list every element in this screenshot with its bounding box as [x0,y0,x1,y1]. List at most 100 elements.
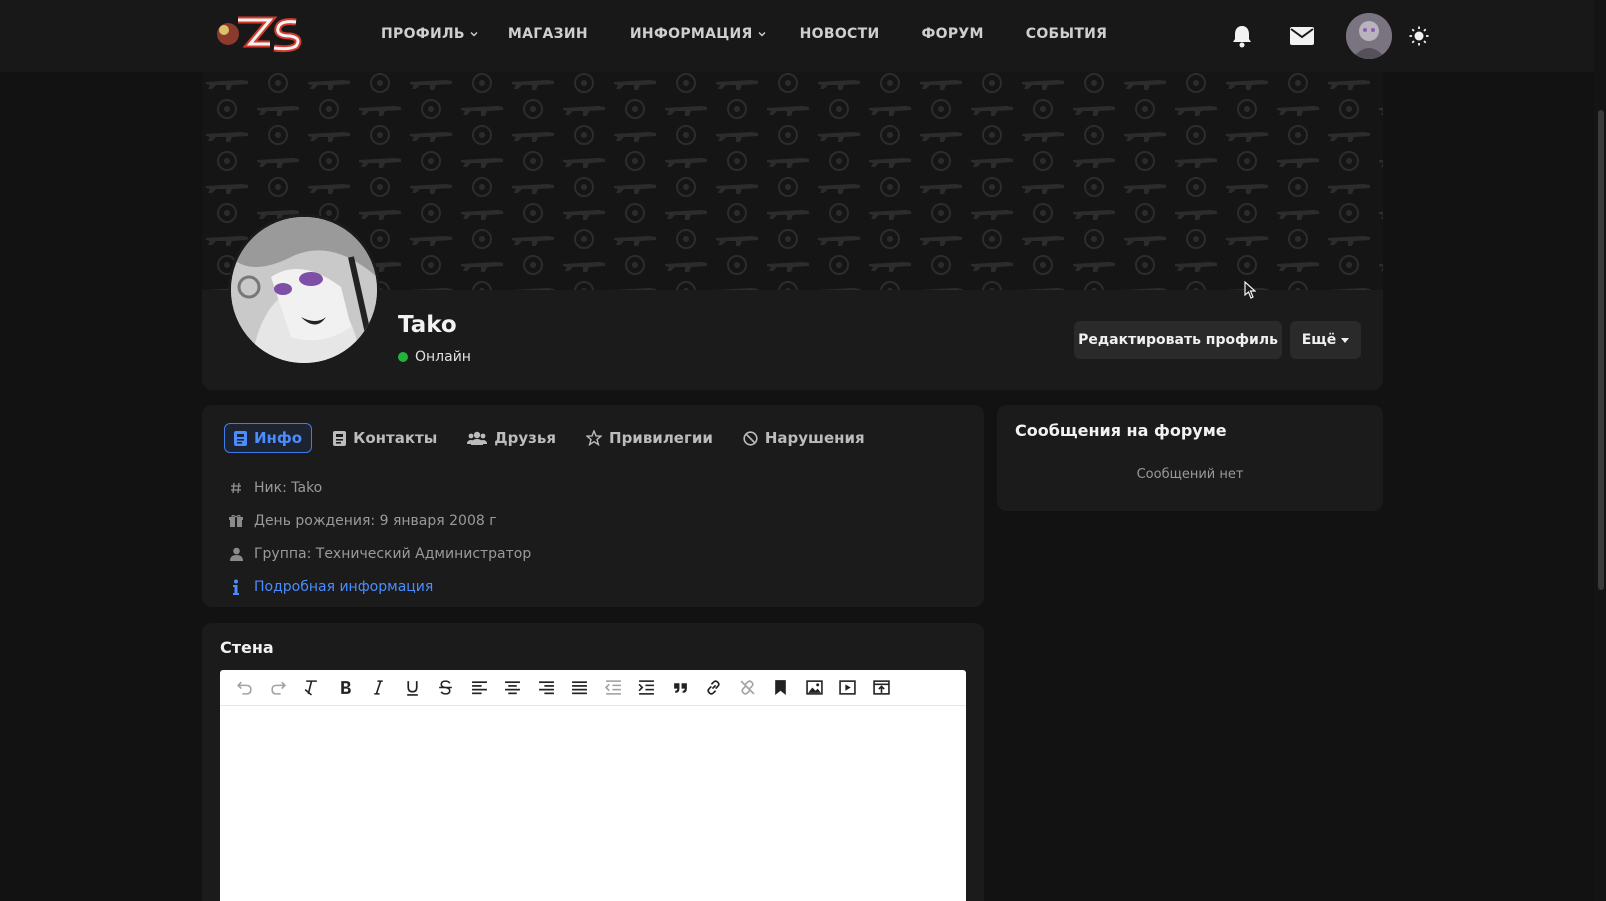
chevron-down-icon [470,32,478,37]
nav-events[interactable]: СОБЫТИЯ [1026,26,1108,42]
details-link-label: Подробная информация [254,578,434,595]
wall-editor [220,670,966,901]
tab-privileges-label: Привилегии [609,429,713,447]
link-icon [707,680,720,695]
page-scrollbar-track[interactable] [1594,0,1606,901]
nav-right-group [1228,12,1430,60]
online-status: Онлайн [398,349,471,365]
nav-news[interactable]: НОВОСТИ [800,26,880,42]
tab-violations[interactable]: Нарушения [734,423,874,453]
nav-news-label: НОВОСТИ [799,26,880,42]
tab-violations-label: Нарушения [764,429,865,447]
align-right-button[interactable] [530,674,564,702]
nav-shop[interactable]: МАГАЗИН [508,26,588,42]
align-left-icon [471,681,487,695]
bold-icon [341,681,351,694]
undo-button[interactable] [228,674,262,702]
nav-profile[interactable]: ПРОФИЛЬ [381,26,478,42]
theme-toggle-button[interactable] [1408,25,1430,47]
edit-profile-button[interactable]: Редактировать профиль [1074,321,1282,359]
notifications-button[interactable] [1228,22,1256,50]
blockquote-button[interactable] [664,674,698,702]
info-nick-text: Ник: Tako [254,479,323,496]
ban-icon [743,430,758,446]
profile-tabs: Инфо Контакты Друзья Привилегии Нарушени… [224,423,886,453]
info-icon [228,579,244,595]
video-icon [839,680,856,695]
envelope-icon [1290,27,1314,45]
main-nav: ПРОФИЛЬ МАГАЗИН ИНФОРМАЦИЯ НОВОСТИ ФОРУМ… [381,26,1107,42]
tab-info[interactable]: Инфо [224,423,313,453]
redo-button[interactable] [262,674,296,702]
more-button-label: Ещё [1301,332,1337,348]
nav-shop-label: МАГАЗИН [507,26,588,42]
nav-forum[interactable]: ФОРУМ [921,26,983,42]
address-book-icon [333,430,347,446]
messages-button[interactable] [1288,22,1316,50]
profile-avatar[interactable] [228,214,380,366]
align-right-icon [538,681,554,695]
tab-friends-label: Друзья [494,429,557,447]
unlink-button[interactable] [731,674,765,702]
link-button[interactable] [697,674,731,702]
align-justify-icon [572,681,588,695]
clear-format-icon [304,680,318,696]
redo-icon [271,681,286,695]
tab-privileges[interactable]: Привилегии [577,423,722,453]
gift-icon [228,514,244,528]
nav-profile-label: ПРОФИЛЬ [381,26,465,42]
undo-icon [237,681,252,695]
hashtag-icon [228,482,244,494]
align-center-icon [505,681,521,695]
info-birthday-text: День рождения: 9 января 2008 г [254,512,497,529]
info-list: Ник: Tako День рождения: 9 января 2008 г… [228,471,531,603]
profile-username: Tako [398,312,457,338]
italic-icon [374,680,383,695]
underline-button[interactable] [396,674,430,702]
image-icon [806,680,823,695]
nav-forum-label: ФОРУМ [921,26,984,42]
indent-icon [638,680,655,695]
strikethrough-icon [439,680,453,695]
page-scrollbar-thumb[interactable] [1598,110,1604,590]
profile-info-card: Инфо Контакты Друзья Привилегии Нарушени… [202,405,984,607]
mouse-pointer-icon [1244,280,1257,303]
caret-down-icon [1341,337,1350,343]
insert-image-button[interactable] [798,674,832,702]
editor-toolbar [220,670,966,706]
nav-events-label: СОБЫТИЯ [1025,26,1108,42]
tab-contacts[interactable]: Контакты [324,423,446,453]
star-icon [586,430,603,446]
tab-info-label: Инфо [254,429,303,447]
bookmark-button[interactable] [764,674,798,702]
online-status-label: Онлайн [415,349,471,365]
tab-friends[interactable]: Друзья [458,423,565,453]
users-icon [467,431,488,445]
wall-editor-textarea[interactable] [220,706,966,901]
chevron-down-icon [758,32,766,37]
details-link[interactable]: Подробная информация [228,570,531,603]
forum-posts-title: Сообщения на форуме [1015,421,1227,440]
blockquote-icon [673,683,687,693]
align-justify-button[interactable] [563,674,597,702]
align-center-button[interactable] [496,674,530,702]
embed-icon [873,680,890,695]
online-dot-icon [398,352,408,362]
forum-posts-empty: Сообщений нет [1136,467,1244,482]
clear-format-button[interactable] [295,674,329,702]
nav-information[interactable]: ИНФОРМАЦИЯ [630,26,766,42]
user-avatar[interactable] [1346,13,1392,59]
align-left-button[interactable] [463,674,497,702]
indent-button[interactable] [630,674,664,702]
more-dropdown-button[interactable]: Ещё [1290,321,1361,359]
site-logo[interactable] [214,10,306,56]
bold-button[interactable] [329,674,363,702]
strikethrough-button[interactable] [429,674,463,702]
insert-embed-button[interactable] [865,674,899,702]
insert-video-button[interactable] [831,674,865,702]
id-card-icon [234,430,247,446]
outdent-button[interactable] [597,674,631,702]
italic-button[interactable] [362,674,396,702]
profile-header-card: Tako Онлайн Редактировать профиль Ещё [202,72,1383,390]
underline-icon [406,681,418,696]
